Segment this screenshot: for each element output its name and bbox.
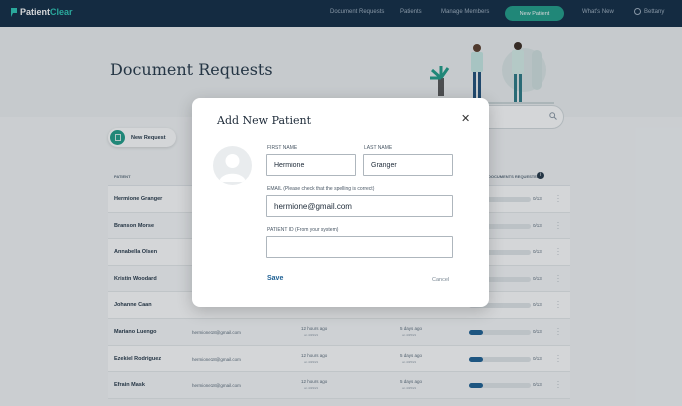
first-name-field[interactable] — [266, 154, 356, 176]
avatar-placeholder[interactable] — [213, 146, 252, 185]
dialog-title: Add New Patient — [217, 114, 311, 127]
last-name-label: LAST NAME — [364, 145, 393, 151]
patient-id-field[interactable] — [266, 236, 453, 258]
last-name-field[interactable] — [363, 154, 453, 176]
email-label: EMAIL (Please check that the spelling is… — [267, 186, 375, 192]
save-button[interactable]: Save — [267, 275, 283, 282]
close-icon[interactable]: ✕ — [461, 113, 470, 125]
email-field[interactable] — [266, 195, 453, 217]
cancel-button[interactable]: Cancel — [432, 277, 449, 283]
user-silhouette-icon — [219, 154, 246, 182]
add-patient-dialog: Add New Patient ✕ FIRST NAME LAST NAME E… — [192, 98, 489, 307]
first-name-label: FIRST NAME — [267, 145, 298, 151]
patient-id-label: PATIENT ID (From your system) — [267, 227, 339, 233]
